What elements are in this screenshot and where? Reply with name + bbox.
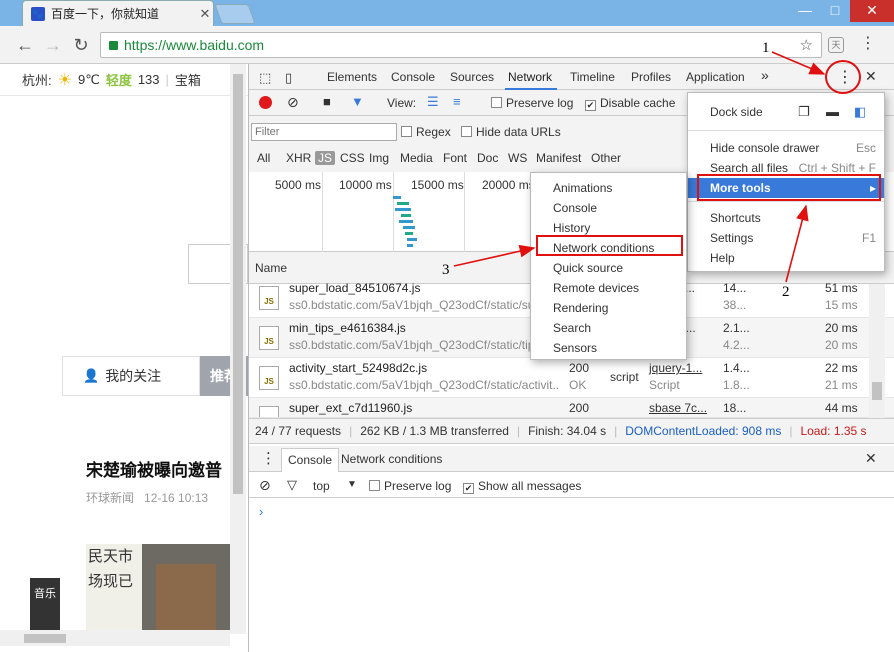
arrow-1 [771,51,826,75]
arrow-2 [785,204,809,283]
annotation-arrows [453,51,826,283]
arrow-3 [453,244,536,267]
